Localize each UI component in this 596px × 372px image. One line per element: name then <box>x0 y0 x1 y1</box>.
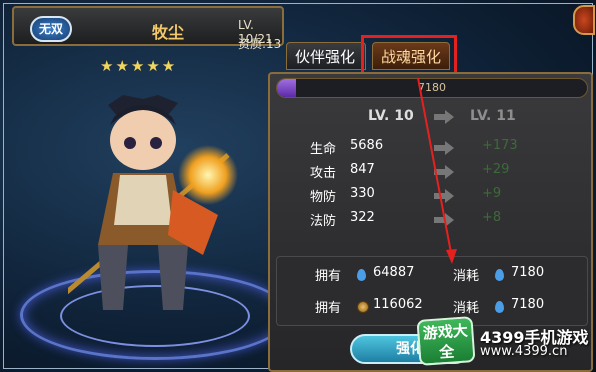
stat-increase: +173 <box>482 138 518 153</box>
close-button[interactable] <box>573 5 595 35</box>
stat-row: 攻击 847 +29 <box>270 162 590 184</box>
cost-label: 消耗 <box>453 301 480 316</box>
soul-drop-icon <box>495 301 504 313</box>
stat-name: 生命 <box>310 142 337 157</box>
stat-increase: +8 <box>482 210 502 225</box>
tab-partner-enhance[interactable]: 伙伴强化 <box>286 42 366 70</box>
own-label: 拥有 <box>315 301 342 316</box>
tab-highlight-box <box>361 35 457 76</box>
game-screen: 无双 牧尘 LV. 10/21 资质:13 ★★★★★ 伙伴强化 战魂强化 71… <box>0 0 596 372</box>
stat-name: 物防 <box>310 190 337 205</box>
hero-name: 牧尘 <box>152 23 185 42</box>
stat-name: 攻击 <box>310 166 337 181</box>
stat-row: 生命 5686 +173 <box>270 138 590 160</box>
cost-row: 拥有 64887 消耗 7180 <box>277 265 589 287</box>
stat-value: 322 <box>350 210 375 225</box>
stat-value: 847 <box>350 162 375 177</box>
rank-badge: 无双 <box>30 16 72 42</box>
stat-row: 法防 322 +8 <box>270 210 590 232</box>
soul-drop-icon <box>495 269 504 281</box>
own-label: 拥有 <box>315 269 342 284</box>
stat-value: 330 <box>350 186 375 201</box>
stat-row: 物防 330 +9 <box>270 186 590 208</box>
arrow-right-icon <box>434 141 454 155</box>
cost-box: 拥有 64887 消耗 7180 拥有 116062 消耗 7180 <box>276 256 588 326</box>
cost-value: 7180 <box>511 297 545 312</box>
hero-header: 无双 牧尘 LV. 10/21 资质:13 <box>12 6 284 51</box>
arrow-right-icon <box>434 165 454 179</box>
own-value: 116062 <box>373 297 423 312</box>
own-value: 64887 <box>373 265 415 280</box>
current-level: LV. 10 <box>368 108 414 124</box>
stat-value: 5686 <box>350 138 384 153</box>
watermark-url: www.4399.cn <box>480 344 568 359</box>
arrow-right-icon <box>434 213 454 227</box>
arrow-right-icon <box>434 110 454 124</box>
stat-name: 法防 <box>310 214 337 229</box>
cost-row: 拥有 116062 消耗 7180 <box>277 297 589 319</box>
stat-increase: +29 <box>482 162 510 177</box>
hero-character-image <box>68 95 238 310</box>
exp-bar: 7180 <box>276 78 588 98</box>
watermark-logo: 游戏大全 <box>416 316 476 366</box>
level-compare-row: LV. 10 LV. 11 <box>346 108 566 128</box>
cost-label: 消耗 <box>453 269 480 284</box>
cost-value: 7180 <box>511 265 545 280</box>
exp-bar-text: 7180 <box>418 81 446 94</box>
star-rating: ★★★★★ <box>100 57 178 75</box>
coin-icon <box>357 301 369 313</box>
watermark: 游戏大全 4399手机游戏 www.4399.cn <box>416 316 594 368</box>
stat-increase: +9 <box>482 186 502 201</box>
next-level: LV. 11 <box>470 108 516 124</box>
hero-aptitude: 资质:13 <box>238 37 282 51</box>
soul-drop-icon <box>357 269 366 281</box>
arrow-right-icon <box>434 189 454 203</box>
